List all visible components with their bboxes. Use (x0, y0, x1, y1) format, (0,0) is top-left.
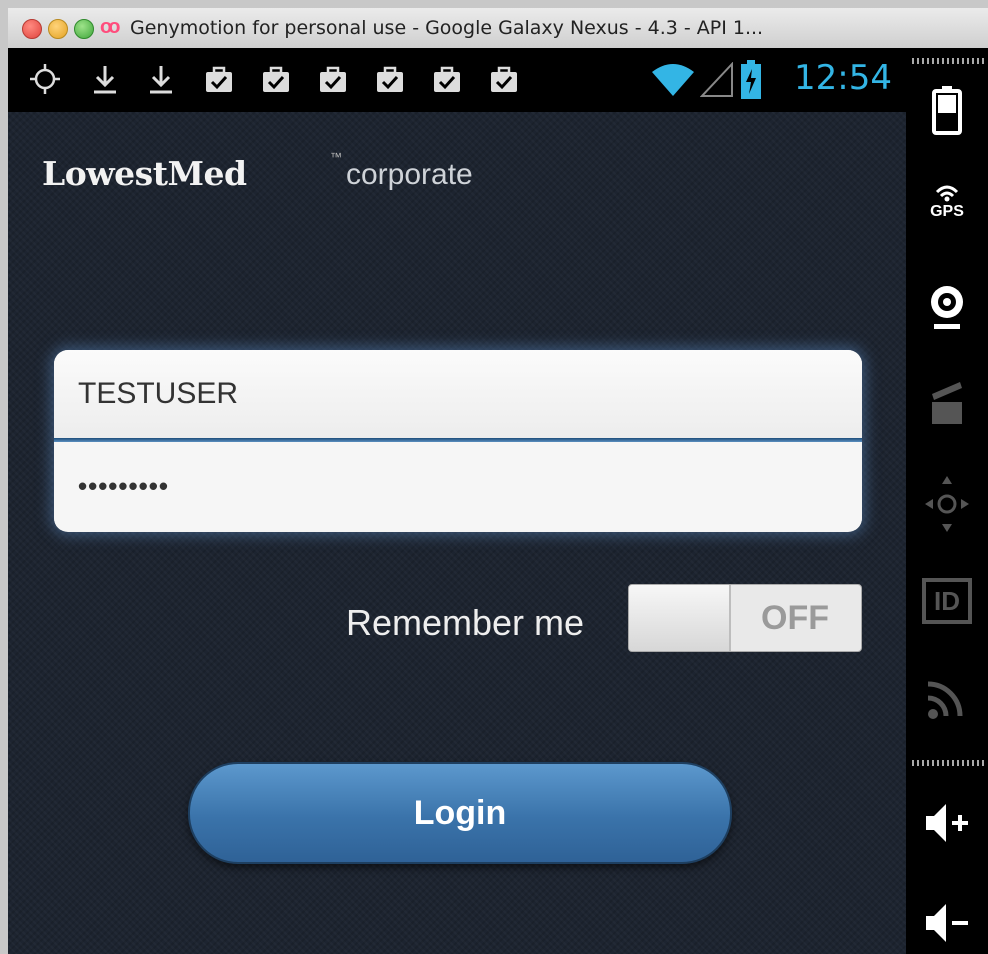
window-titlebar: oo Genymotion for personal use - Google … (8, 8, 988, 49)
clapperboard-icon[interactable] (922, 374, 972, 430)
briefcase-check-icon (377, 66, 403, 92)
logo-trademark: ™ (330, 150, 342, 164)
webcam-icon[interactable] (922, 280, 972, 336)
download-icon (94, 66, 116, 94)
signal-icon (700, 62, 733, 97)
window-maximize-button[interactable] (74, 19, 94, 39)
dpad-icon[interactable] (922, 472, 972, 536)
remember-me-label: Remember me (346, 602, 585, 643)
volume-down-icon[interactable] (922, 898, 972, 948)
status-bar: 12:54 (8, 48, 906, 112)
briefcase-check-icon (434, 66, 460, 92)
username-input[interactable] (54, 350, 862, 438)
briefcase-check-icon (320, 66, 346, 92)
volume-up-icon[interactable] (922, 798, 972, 848)
remember-me-toggle[interactable]: OFF (628, 584, 862, 652)
status-clock: 12:54 (794, 58, 892, 98)
gps-signal-icon (935, 185, 959, 202)
id-icon[interactable]: ID (922, 578, 972, 624)
battery-icon[interactable] (922, 84, 972, 136)
wifi-icon (652, 64, 694, 96)
download-icon (150, 66, 172, 94)
window-minimize-button[interactable] (48, 19, 68, 39)
login-button[interactable]: Login (188, 762, 732, 864)
window-close-button[interactable] (22, 19, 42, 39)
username-field-container (54, 350, 862, 438)
rss-icon[interactable] (922, 668, 972, 724)
briefcase-check-icon (491, 66, 517, 92)
login-fields (54, 350, 862, 532)
briefcase-check-icon (206, 66, 232, 92)
briefcase-check-icon (263, 66, 289, 92)
device-screen: 12:54 LowestMed ™ corporate Remember me … (8, 48, 906, 954)
gps-icon (30, 64, 60, 94)
gps-label: GPS (930, 203, 964, 220)
password-input[interactable] (54, 442, 862, 530)
password-field-container (54, 442, 862, 530)
toggle-knob[interactable] (629, 585, 731, 651)
toggle-state: OFF (761, 599, 829, 637)
logo-subtitle: corporate (346, 158, 473, 191)
gps-widget-icon[interactable]: GPS (922, 178, 972, 221)
logo-brand: LowestMed (42, 154, 247, 193)
genymotion-sidebar: GPS ID (906, 48, 988, 954)
window-title: Genymotion for personal use - Google Gal… (130, 17, 764, 39)
sidebar-divider (912, 760, 984, 766)
sidebar-divider (912, 58, 984, 64)
genymotion-logo-icon: oo (100, 16, 121, 38)
battery-charging-icon (741, 60, 761, 99)
